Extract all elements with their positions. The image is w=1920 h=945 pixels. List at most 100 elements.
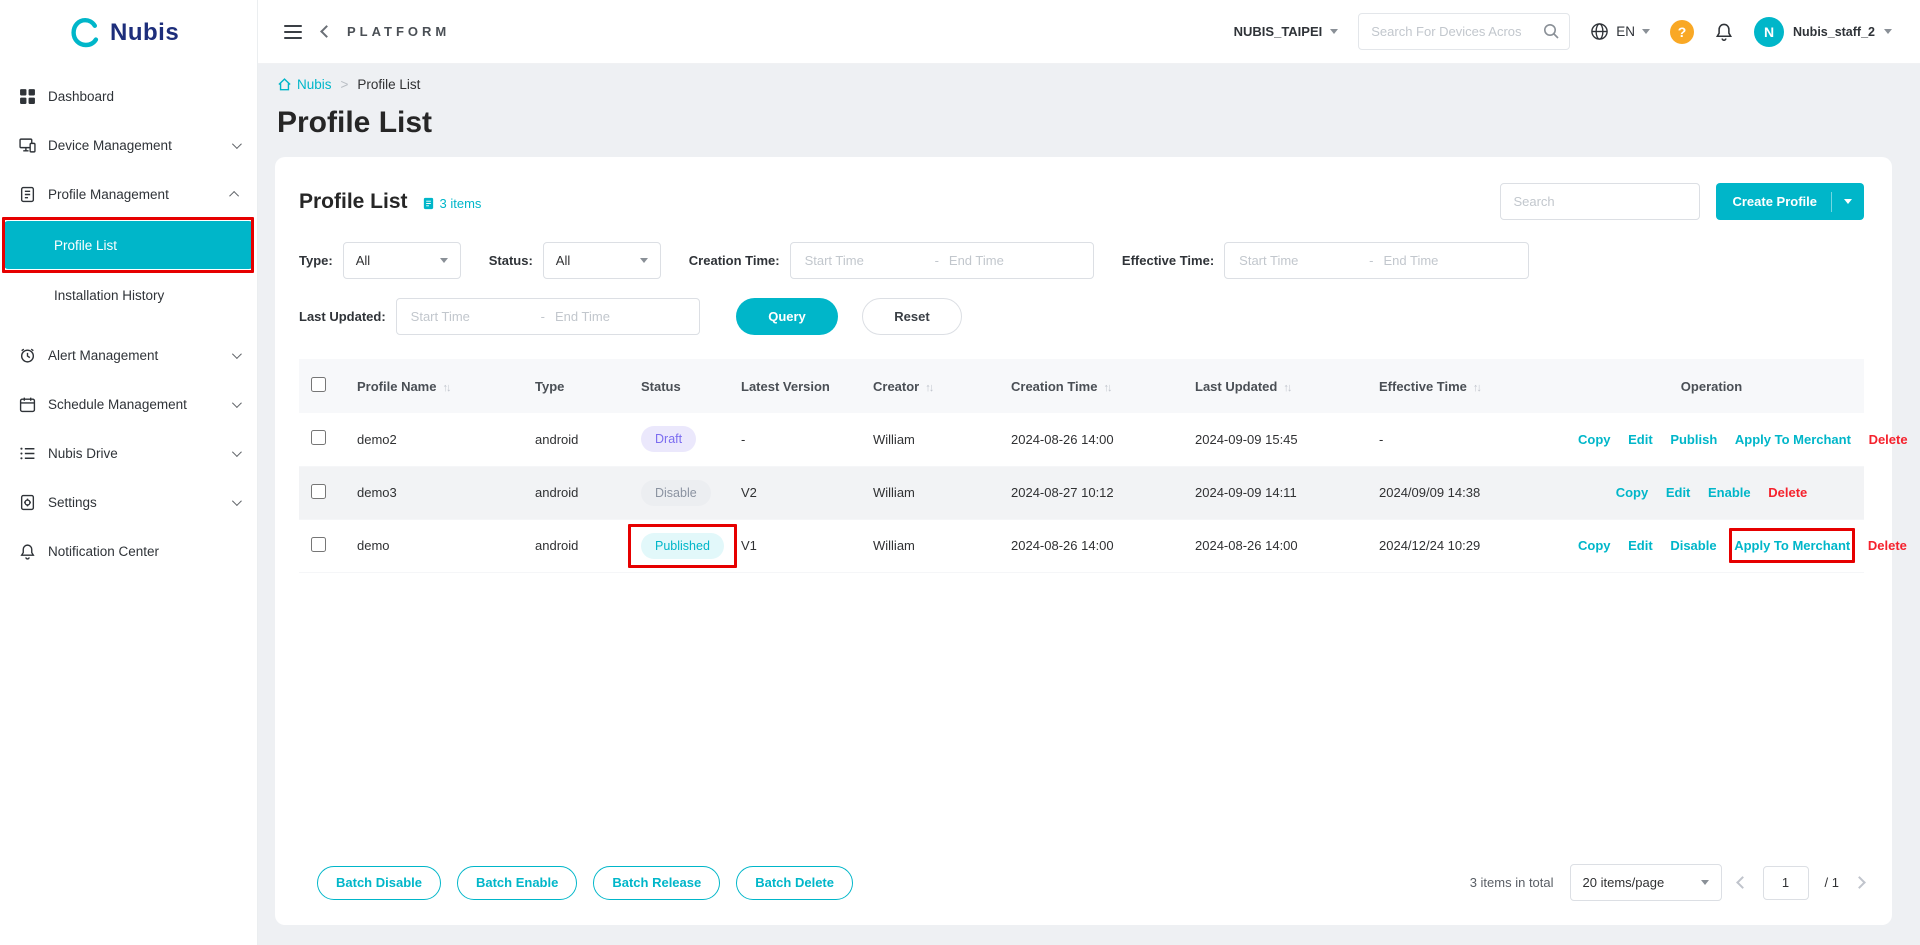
latest-version-cell: - [729,413,861,467]
table-header-row: Profile Name Type Status Latest Version … [299,359,1864,413]
sidebar-item-alert-management[interactable]: Alert Management [0,331,257,380]
notifications-bell-icon[interactable] [1714,22,1734,42]
effective-time-range[interactable]: Start Time - End Time [1224,242,1529,279]
language-selector[interactable]: EN [1590,22,1651,41]
device-search-input[interactable] [1358,13,1571,50]
chevron-down-icon [231,447,242,458]
menu-toggle-icon[interactable] [280,21,306,43]
items-count: 3 items [422,196,481,211]
col-creation-time: Creation Time [999,359,1183,413]
chevron-down-icon [1330,29,1339,34]
sidebar-item-nubis-drive[interactable]: Nubis Drive [0,429,257,478]
col-operation: Operation [1559,359,1864,413]
chevron-down-icon [1642,29,1651,34]
profile-name-cell: demo3 [345,466,523,520]
col-profile-name: Profile Name [345,359,523,413]
profile-management-icon [18,186,36,204]
profile-table: Profile Name Type Status Latest Version … [299,359,1908,573]
sidebar: Nubis Dashboard Device Management Profil… [0,0,258,945]
publish-link[interactable]: Publish [1670,432,1717,447]
effective-time-label: Effective Time: [1121,253,1215,268]
delete-link[interactable]: Delete [1869,432,1908,447]
profile-list-panel: Profile List 3 items Create Profile [275,157,1908,925]
alert-management-icon [18,347,36,365]
query-button[interactable]: Query [736,298,839,335]
edit-link[interactable]: Edit [1666,485,1691,500]
sort-icon[interactable] [436,379,449,394]
row-checkbox[interactable] [311,430,326,446]
batch-delete-button[interactable]: Batch Delete [736,865,853,900]
creation-time-range[interactable]: Start Time - End Time [789,242,1094,279]
next-page-button[interactable] [1853,876,1866,889]
page-total-text: / 1 [1824,875,1839,890]
create-profile-button[interactable]: Create Profile [1716,183,1864,220]
sort-icon[interactable] [1097,379,1110,394]
latest-version-cell: V1 [729,519,861,573]
sidebar-item-profile-list[interactable]: Profile List [2,217,254,273]
status-label: Status: [488,253,533,268]
effective-time-cell: 2024/09/09 14:38 [1367,466,1559,520]
help-button[interactable]: ? [1670,19,1695,44]
sidebar-item-profile-management[interactable]: Profile Management [0,170,257,219]
edit-link[interactable]: Edit [1628,538,1653,553]
sidebar-item-device-management[interactable]: Device Management [0,121,257,170]
delete-link[interactable]: Delete [1768,485,1807,500]
copy-link[interactable]: Copy [1616,485,1649,500]
copy-link[interactable]: Copy [1578,432,1611,447]
pagination: 3 items in total 20 items/page / 1 [1470,864,1866,901]
type-select[interactable]: All [342,242,461,279]
dashboard-icon [18,88,36,106]
sidebar-item-schedule-management[interactable]: Schedule Management [0,380,257,429]
user-menu[interactable]: N Nubis_staff_2 [1754,16,1892,47]
copy-link[interactable]: Copy [1578,538,1611,553]
apply-to-merchant-link[interactable]: Apply To Merchant [1729,528,1856,563]
prev-page-button[interactable] [1735,876,1749,889]
page-number-input[interactable] [1762,865,1809,900]
last-updated-cell: 2024-09-09 15:45 [1183,413,1367,467]
search-input[interactable] [1500,183,1701,220]
delete-link[interactable]: Delete [1868,538,1907,553]
batch-release-button[interactable]: Batch Release [593,865,721,900]
disable-link[interactable]: Disable [1670,538,1716,553]
last-updated-cell: 2024-08-26 14:00 [1183,519,1367,573]
breadcrumb-current: Profile List [357,77,421,92]
page-size-select[interactable]: 20 items/page [1569,864,1722,901]
sidebar-item-installation-history[interactable]: Installation History [4,271,253,319]
status-select[interactable]: All [542,242,661,279]
row-checkbox[interactable] [311,536,326,552]
col-last-updated: Last Updated [1183,359,1367,413]
batch-disable-button[interactable]: Batch Disable [317,865,441,900]
breadcrumb-home[interactable]: Nubis [277,77,332,92]
notification-center-icon [18,543,36,561]
row-checkbox[interactable] [311,483,326,499]
edit-link[interactable]: Edit [1628,432,1653,447]
enable-link[interactable]: Enable [1708,485,1751,500]
reset-button[interactable]: Reset [862,298,963,335]
page-title: Profile List [277,106,433,139]
sort-icon[interactable] [1467,379,1480,394]
batch-enable-button[interactable]: Batch Enable [456,865,578,900]
app: Nubis Dashboard Device Management Profil… [0,0,1920,945]
profile-name-cell: demo [345,519,523,573]
sort-icon[interactable] [1277,379,1290,394]
col-creator: Creator [861,359,999,413]
chevron-down-icon [439,258,448,263]
org-selector[interactable]: NUBIS_TAIPEI [1234,24,1339,39]
nubis-logo-icon [70,17,102,49]
sidebar-item-dashboard[interactable]: Dashboard [0,72,257,121]
topbar: PLATFORM NUBIS_TAIPEI EN [258,0,1920,64]
last-updated-range[interactable]: Start Time - End Time [395,298,701,335]
sidebar-item-notification-center[interactable]: Notification Center [0,527,257,576]
sidebar-item-settings[interactable]: Settings [0,478,257,527]
col-type: Type [523,359,629,413]
col-effective-time: Effective Time [1367,359,1559,413]
sidebar-item-label: Profile List [54,237,118,253]
select-all-checkbox[interactable] [311,377,326,392]
effective-time-cell: - [1367,413,1559,467]
search-icon[interactable] [1542,22,1560,40]
latest-version-cell: V2 [729,466,861,520]
chevron-down-icon [1700,880,1709,885]
back-chevron-icon[interactable] [320,25,333,38]
sort-icon[interactable] [919,379,932,394]
apply-to-merchant-link[interactable]: Apply To Merchant [1735,432,1851,447]
